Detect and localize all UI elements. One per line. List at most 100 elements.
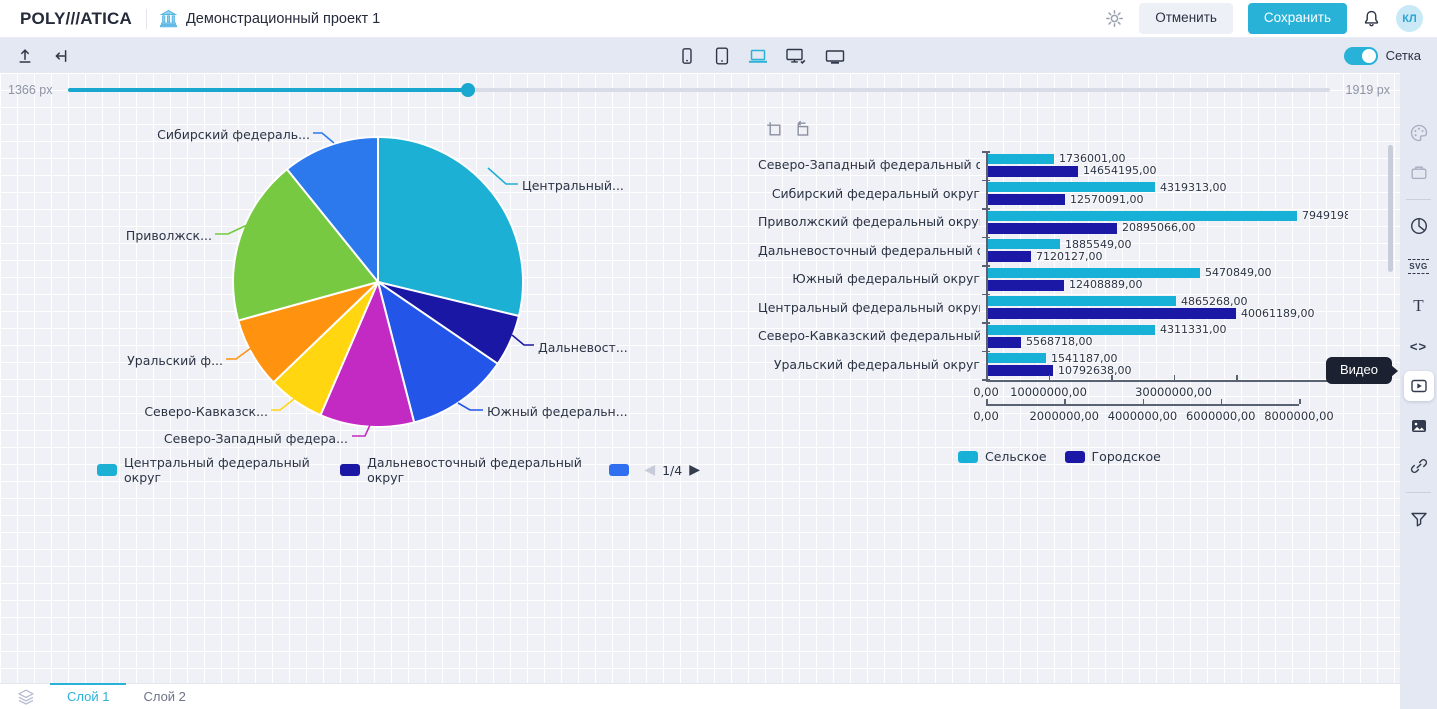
device-tv-icon[interactable] <box>823 46 847 66</box>
axis-tick-label: 4000000,00 <box>1108 409 1178 423</box>
cancel-button[interactable]: Отменить <box>1139 3 1233 33</box>
bar-y-axis-tick <box>982 151 990 153</box>
text-icon-button[interactable]: T <box>1404 291 1434 321</box>
axis-tick <box>1111 375 1113 380</box>
legend-pager: ◀1/4▶ <box>644 463 700 478</box>
axis-tick <box>1049 375 1051 380</box>
upload-icon[interactable] <box>16 47 34 65</box>
grid-toggle[interactable] <box>1344 47 1378 65</box>
code-icon-button[interactable]: <> <box>1404 331 1434 361</box>
axis-tick-label: 8000000,00 <box>1264 409 1334 423</box>
video-tooltip: Видео <box>1326 357 1392 384</box>
svg-icon-button[interactable]: SVG <box>1404 251 1434 281</box>
save-button[interactable]: Сохранить <box>1248 3 1347 33</box>
pie-label-leader <box>488 168 518 184</box>
pie-legend-item[interactable]: Дальневосточный федеральный округ <box>340 455 594 485</box>
legend-swatch <box>1065 451 1085 463</box>
axis-tick <box>1221 399 1223 404</box>
bar-category-label: Южный федеральный округ <box>758 265 980 294</box>
settings-gear-icon[interactable] <box>1105 9 1124 28</box>
image-icon-button[interactable] <box>1404 411 1434 441</box>
bar-category-label: Приволжский федеральный округ <box>758 208 980 237</box>
width-slider-handle[interactable] <box>461 83 475 97</box>
video-icon-button[interactable] <box>1404 371 1434 401</box>
bar-y-axis-tick <box>982 265 990 267</box>
device-toolbar: Сетка <box>0 38 1437 73</box>
grid-toggle-label: Сетка <box>1386 48 1421 63</box>
kit-icon-button[interactable] <box>1404 158 1434 188</box>
bar-bottom-axis: 0,002000000,004000000,006000000,00800000… <box>986 404 1348 426</box>
right-sidebar: SVG T <> <box>1400 73 1437 709</box>
bar-legend: Сельское Городское <box>958 449 1161 464</box>
pie-legend-label: Центральный федеральный округ <box>124 455 325 485</box>
pie-label-leader <box>226 348 251 359</box>
pie-slice-label: Дальневост... <box>538 340 628 355</box>
bar-top-axis: 0,0010000000,0030000000,00 <box>986 380 1348 402</box>
pie-slice-label: Сибирский федераль... <box>157 127 310 142</box>
slider-min-label: 1366 px <box>8 83 52 97</box>
axis-line <box>986 380 1348 382</box>
legend-swatch <box>609 464 629 476</box>
bank-icon <box>159 9 178 28</box>
pie-legend-label: Дальневосточный федеральный округ <box>367 455 594 485</box>
layer-tab-1[interactable]: Слой 1 <box>50 684 126 709</box>
header-divider <box>146 9 147 29</box>
device-desktop-check-icon[interactable] <box>784 46 808 66</box>
bar-category-label: Сибирский федеральный округ <box>758 180 980 209</box>
bar-legend-item[interactable]: Городское <box>1065 449 1161 464</box>
video-tooltip-label: Видео <box>1340 362 1378 377</box>
pie-legend-item[interactable] <box>609 464 629 476</box>
bar-category-label: Центральный федеральный округ <box>758 294 980 323</box>
legend-swatch <box>958 451 978 463</box>
canvas-width-slider-row: 1366 px 1919 px <box>0 83 1398 97</box>
bar-legend-item[interactable]: Сельское <box>958 449 1047 464</box>
width-slider-track[interactable] <box>68 88 1329 92</box>
bar-y-axis <box>986 151 1348 380</box>
collapse-left-icon[interactable] <box>52 47 70 65</box>
bar-y-axis-tick <box>982 294 990 296</box>
bar-y-axis-tick <box>982 208 990 210</box>
device-phone-icon[interactable] <box>677 46 697 66</box>
bar-category-label: Уральский федеральный округ <box>758 351 980 380</box>
pie-slice-label: Северо-Западный федера... <box>164 431 348 446</box>
axis-tick-label: 2000000,00 <box>1029 409 1099 423</box>
device-tablet-icon[interactable] <box>712 46 732 66</box>
bar-category-label: Северо-Западный федеральный ок... <box>758 151 980 180</box>
legend-next-arrow-icon[interactable]: ▶ <box>689 463 700 477</box>
pie-chart-icon-button[interactable] <box>1404 211 1434 241</box>
axis-tick <box>1174 375 1176 380</box>
canvas-scrollbar[interactable] <box>1388 145 1393 272</box>
filter-icon-button[interactable] <box>1404 504 1434 534</box>
project-title-group: Демонстрационный проект 1 <box>159 9 380 28</box>
layers-icon[interactable] <box>16 684 36 709</box>
axis-tick <box>986 399 988 404</box>
pie-chart-widget[interactable]: Центральный...Дальневост...Южный федерал… <box>0 73 700 553</box>
pie-label-leader <box>271 399 294 410</box>
canvas: 1366 px 1919 px Центральный... Дальневост… <box>0 73 1400 683</box>
bar-legend-label: Сельское <box>985 449 1047 464</box>
legend-prev-arrow-icon[interactable]: ◀ <box>644 463 655 477</box>
rotate-icon[interactable] <box>793 120 811 138</box>
pie-slice-label: Приволжск... <box>126 228 212 243</box>
layer-tab-2[interactable]: Слой 2 <box>126 684 202 709</box>
legend-swatch <box>97 464 117 476</box>
notifications-bell-icon[interactable] <box>1362 9 1381 28</box>
bar-chart-widget[interactable]: Северо-Западный федеральный ок...1736001… <box>758 143 1348 493</box>
pie-label-leader <box>313 133 334 143</box>
pie-legend-item[interactable]: Центральный федеральный округ <box>97 455 325 485</box>
link-icon-button[interactable] <box>1404 451 1434 481</box>
sidebar-divider <box>1406 492 1431 493</box>
device-laptop-icon[interactable] <box>747 46 769 66</box>
palette-icon-button[interactable] <box>1404 118 1434 148</box>
crop-icon[interactable] <box>765 120 783 138</box>
bar-y-axis-tick <box>982 237 990 239</box>
pie-slice-label: Центральный... <box>522 178 624 193</box>
axis-tick <box>1299 399 1301 404</box>
bar-category-label: Северо-Кавказский федеральный ... <box>758 322 980 351</box>
bar-category-label: Дальневосточный федеральный ок... <box>758 237 980 266</box>
pie-legend: Центральный федеральный округ Дальневосто… <box>97 455 700 485</box>
axis-tick <box>1143 399 1145 404</box>
app-logo: POLY///ATICA <box>20 9 132 29</box>
axis-tick-label: 0,00 <box>973 409 999 423</box>
avatar[interactable]: КЛ <box>1396 5 1423 32</box>
